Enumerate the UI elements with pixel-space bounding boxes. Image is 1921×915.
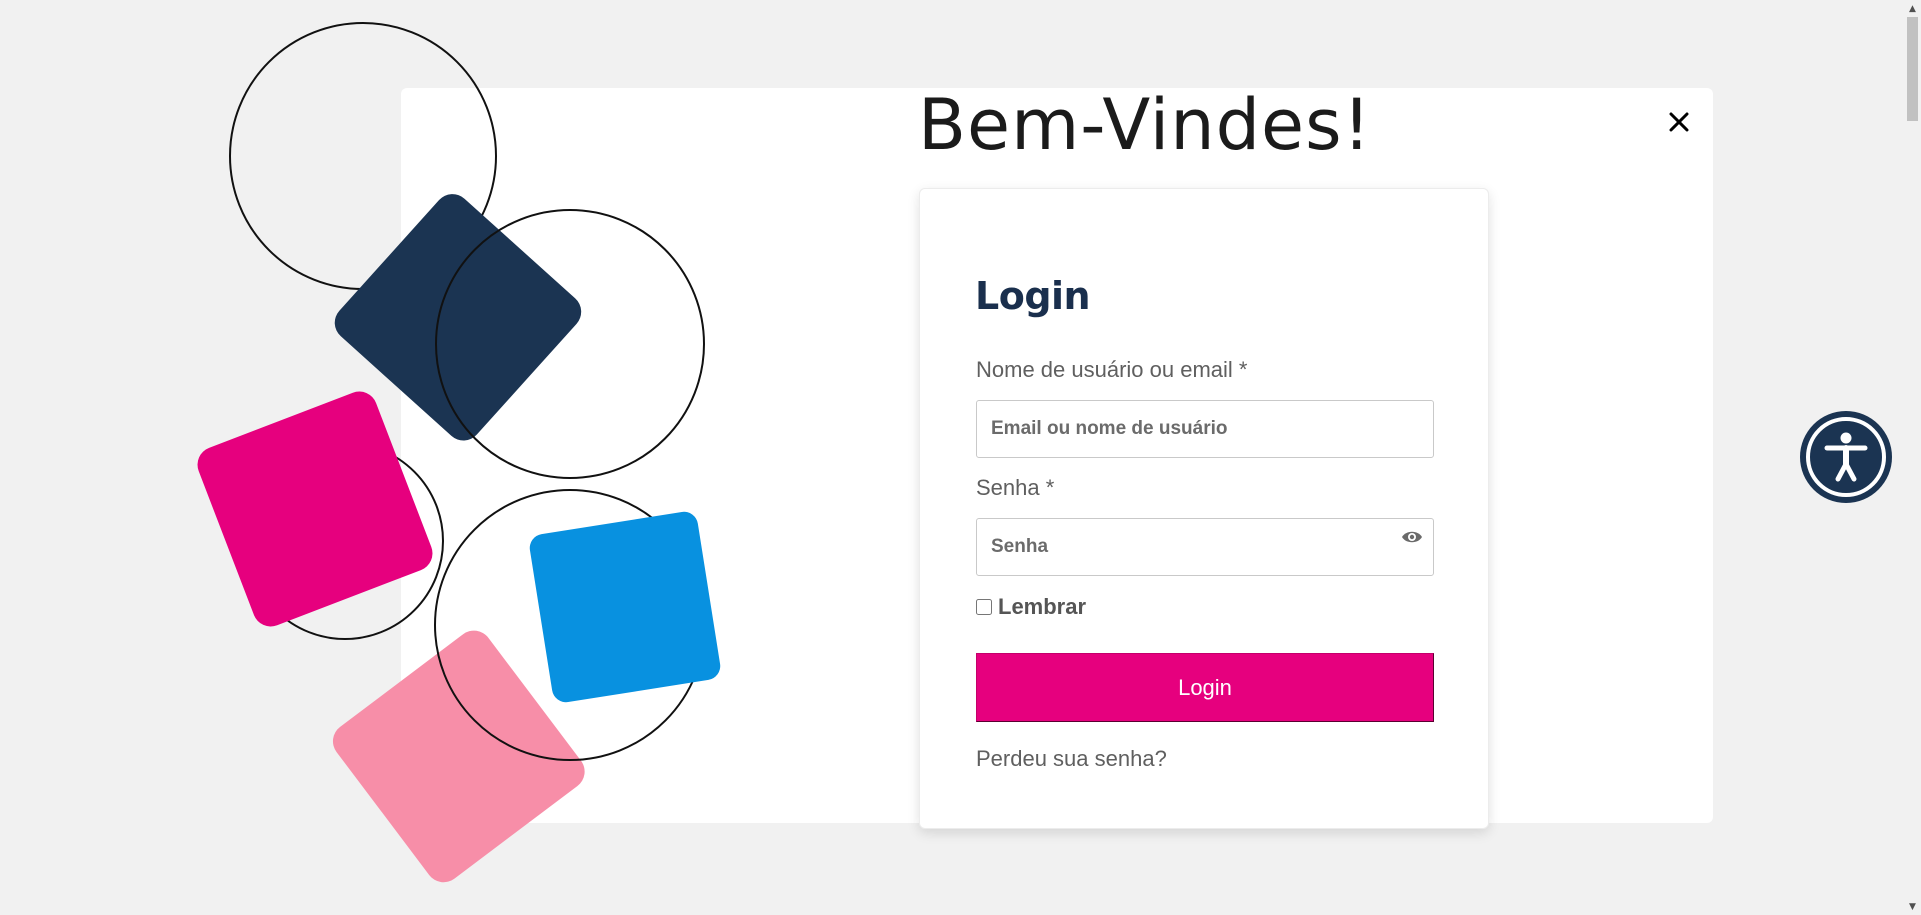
scroll-down-arrow-icon[interactable]: ▼ xyxy=(1904,898,1921,915)
close-icon xyxy=(1669,112,1689,132)
remember-checkbox[interactable] xyxy=(976,599,992,615)
password-label: Senha * xyxy=(976,475,1055,500)
accessibility-button[interactable] xyxy=(1800,411,1892,503)
close-button[interactable] xyxy=(1663,106,1695,138)
scroll-up-arrow-icon[interactable]: ▲ xyxy=(1904,0,1921,17)
eye-icon[interactable] xyxy=(1401,529,1423,545)
welcome-title: Bem-Vindes! xyxy=(918,84,1372,166)
lost-password-link[interactable]: Perdeu sua senha? xyxy=(976,746,1167,772)
username-input[interactable] xyxy=(976,400,1434,458)
remember-label: Lembrar xyxy=(998,594,1087,619)
remember-me[interactable]: Lembrar xyxy=(976,594,1086,620)
username-label: Nome de usuário ou email * xyxy=(976,357,1248,382)
login-button[interactable]: Login xyxy=(976,653,1434,722)
login-heading: Login xyxy=(975,274,1091,318)
login-card: Login Nome de usuário ou email * Senha *… xyxy=(919,188,1489,829)
scrollbar-thumb[interactable] xyxy=(1907,17,1918,121)
page-scrollbar[interactable]: ▲ ▼ xyxy=(1904,0,1921,915)
password-input[interactable] xyxy=(976,518,1434,576)
accessibility-icon xyxy=(1806,417,1886,497)
